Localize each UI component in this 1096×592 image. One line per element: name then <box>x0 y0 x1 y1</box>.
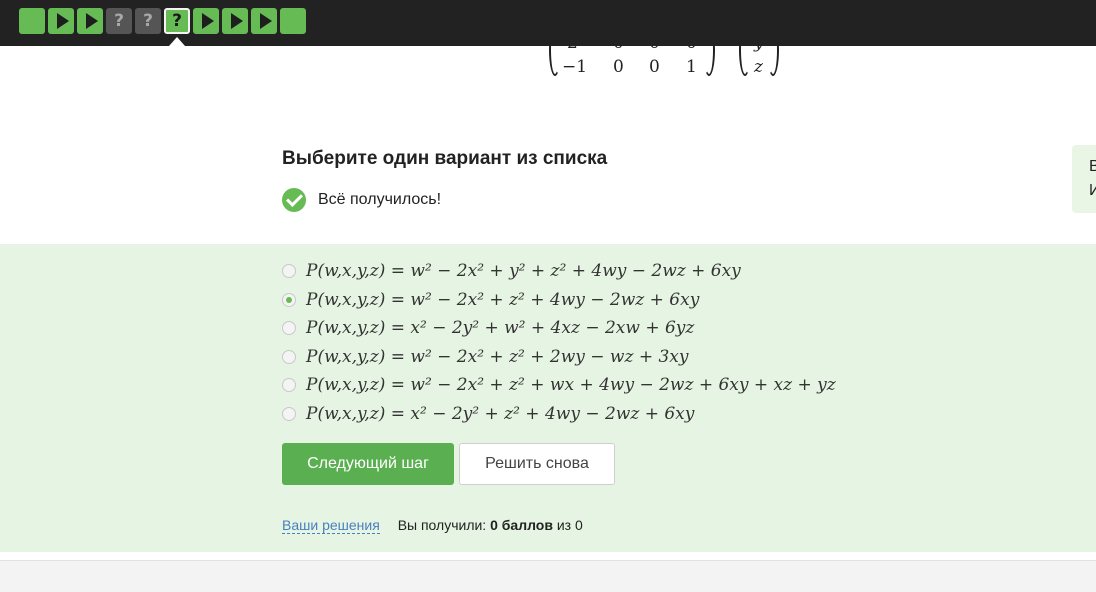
vector-cell: z <box>754 57 763 77</box>
status-text: Всё получилось! <box>318 191 442 208</box>
your-solutions-link[interactable]: Ваши решения <box>282 517 380 534</box>
matrix-cell: 0 <box>613 33 624 53</box>
play-icon <box>56 13 69 29</box>
radio-button[interactable] <box>282 264 296 278</box>
vector-cell: y <box>754 33 764 53</box>
matrix-cell: −1 <box>562 57 588 77</box>
answer-option[interactable]: P(w,x,y,z) = w² − 2x² + z² + 2wy − wz + … <box>282 344 689 370</box>
score-prefix: Вы получили: <box>397 517 491 533</box>
score-suffix: из 0 <box>552 517 583 533</box>
option-formula: P(w,x,y,z) = x² − 2y² + z² + 4wy − 2wz +… <box>306 404 695 424</box>
option-formula: P(w,x,y,z) = w² − 2x² + z² + wx + 4wy − … <box>306 375 836 395</box>
side-hint-line: В <box>1089 158 1096 175</box>
step-quiz-active-icon[interactable]: ? <box>164 8 190 34</box>
matrix-cell: 0 <box>613 57 624 77</box>
matrix-cell: 0 <box>649 57 660 77</box>
score-value: 0 баллов <box>490 517 553 533</box>
matrix-cell: 0 <box>686 33 697 53</box>
play-icon <box>230 13 243 29</box>
solve-again-button[interactable]: Решить снова <box>459 443 615 485</box>
step-text-icon[interactable] <box>19 8 45 34</box>
answer-option[interactable]: P(w,x,y,z) = w² − 2x² + z² + wx + 4wy − … <box>282 372 836 398</box>
option-formula: P(w,x,y,z) = w² − 2x² + y² + z² + 4wy − … <box>306 261 741 281</box>
matrix-cell: 1 <box>686 57 697 77</box>
matrix-cell: 0 <box>649 33 660 53</box>
score-line: Ваши решения Вы получили: 0 баллов из 0 <box>282 517 583 534</box>
matrix-right-paren <box>703 24 715 76</box>
matrix-left-paren <box>549 24 561 76</box>
checkmark-icon <box>282 188 306 212</box>
next-step-button[interactable]: Следующий шаг <box>282 443 454 485</box>
radio-button[interactable] <box>282 293 296 307</box>
radio-button[interactable] <box>282 378 296 392</box>
step-video-icon[interactable] <box>222 8 248 34</box>
step-text-icon[interactable] <box>280 8 306 34</box>
radio-button[interactable] <box>282 321 296 335</box>
step-video-icon[interactable] <box>251 8 277 34</box>
page-bottom-section <box>0 560 1096 592</box>
play-icon <box>259 13 272 29</box>
step-quiz-icon[interactable]: ? <box>135 8 161 34</box>
option-formula: P(w,x,y,z) = w² − 2x² + z² + 2wy − wz + … <box>306 347 689 367</box>
play-icon <box>85 13 98 29</box>
result-status: Всё получилось! <box>282 188 441 212</box>
radio-button[interactable] <box>282 350 296 364</box>
active-step-pointer <box>169 37 185 46</box>
step-video-icon[interactable] <box>193 8 219 34</box>
option-formula: P(w,x,y,z) = w² − 2x² + z² + 4wy − 2wz +… <box>306 290 700 310</box>
answer-option[interactable]: P(w,x,y,z) = x² − 2y² + z² + 4wy − 2wz +… <box>282 401 694 427</box>
lesson-step-bar: ??? <box>0 0 1096 46</box>
answer-option[interactable]: P(w,x,y,z) = x² − 2y² + w² + 4xz − 2xw +… <box>282 315 694 341</box>
step-video-icon[interactable] <box>77 8 103 34</box>
side-hint-panel[interactable]: В И <box>1072 145 1096 213</box>
answer-option[interactable]: P(w,x,y,z) = w² − 2x² + z² + 4wy − 2wz +… <box>282 287 699 313</box>
matrix-cell: 2 <box>567 33 578 53</box>
option-formula: P(w,x,y,z) = x² − 2y² + w² + 4xz − 2xw +… <box>306 318 695 338</box>
vector-right-paren <box>767 24 779 76</box>
answer-option[interactable]: P(w,x,y,z) = w² − 2x² + y² + z² + 4wy − … <box>282 258 741 284</box>
side-hint-line: И <box>1089 182 1096 199</box>
question-title: Выберите один вариант из списка <box>282 148 608 169</box>
step-video-icon[interactable] <box>48 8 74 34</box>
radio-button[interactable] <box>282 407 296 421</box>
step-quiz-icon[interactable]: ? <box>106 8 132 34</box>
play-icon <box>201 13 214 29</box>
vector-left-paren <box>739 24 751 76</box>
